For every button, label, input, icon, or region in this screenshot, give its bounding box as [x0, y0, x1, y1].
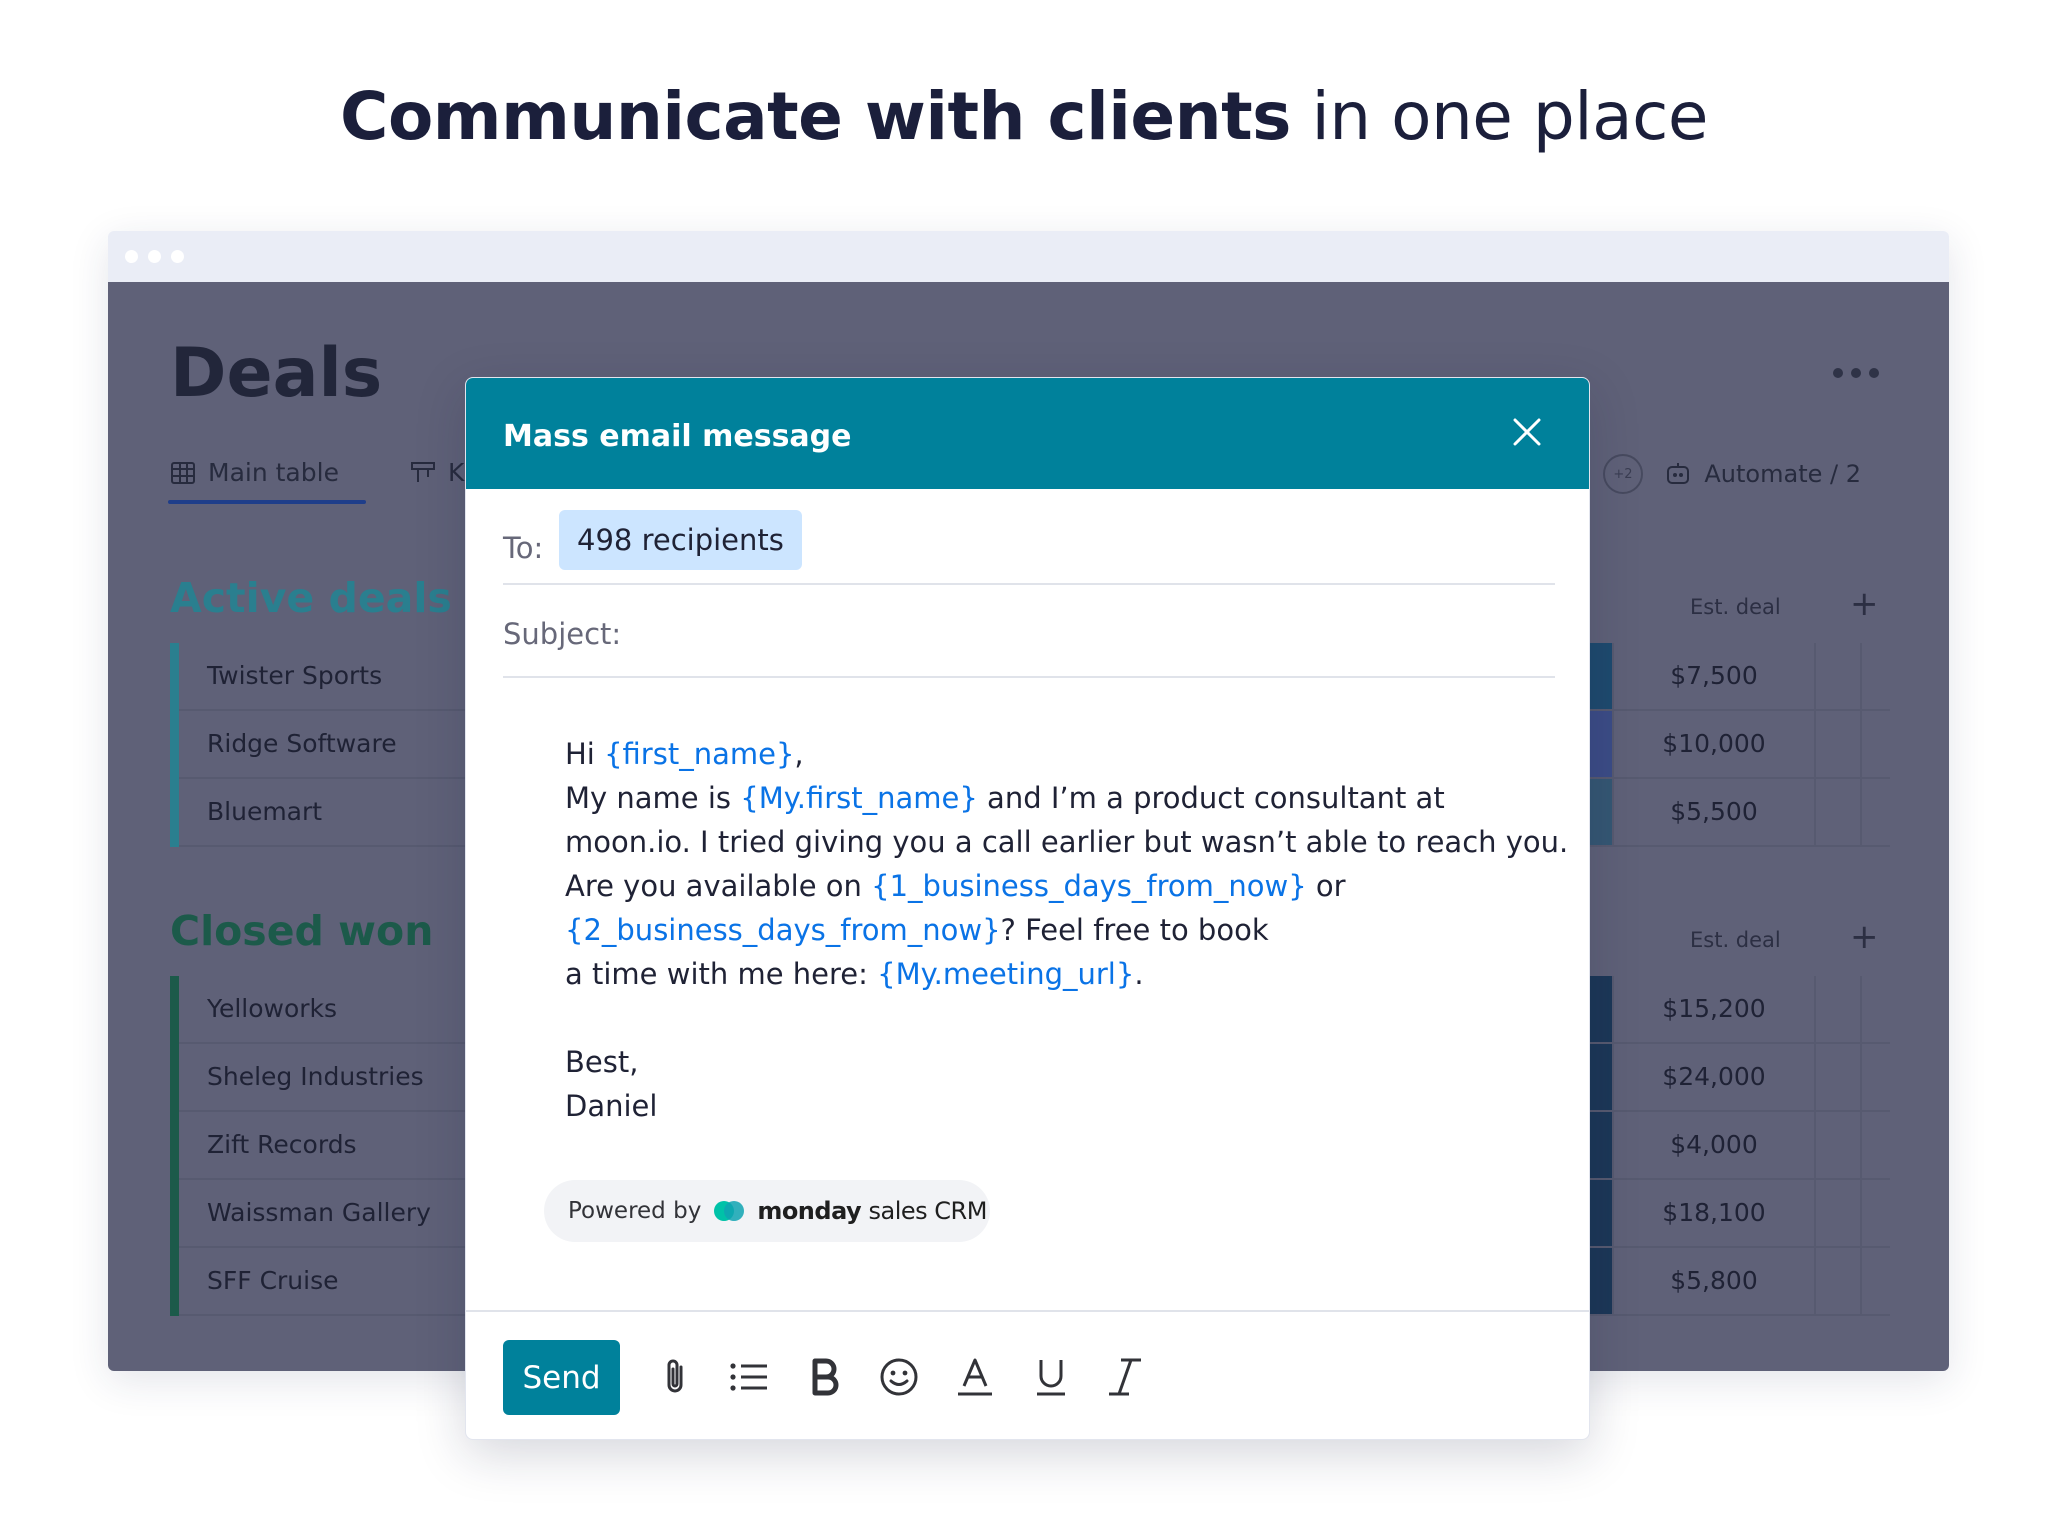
underline-icon[interactable] [1028, 1354, 1074, 1400]
deal-value: $5,800 [1612, 1248, 1814, 1314]
modal-title: Mass email message [503, 419, 852, 454]
deal-value: $7,500 [1612, 643, 1814, 709]
body-line: My name is {My.first_name} and I’m a pro… [565, 781, 1445, 815]
deal-name: Bluemart [207, 797, 323, 826]
template-variable: {1_business_days_from_now} [871, 869, 1307, 903]
deal-name: Twister Sports [207, 661, 383, 690]
deal-name: SFF Cruise [207, 1266, 339, 1295]
deal-name: Waissman Gallery [207, 1198, 431, 1227]
text-color-icon[interactable] [952, 1354, 998, 1400]
group-title-active-deals: Active deals [170, 574, 452, 622]
bulleted-list-icon[interactable] [726, 1354, 772, 1400]
deal-name: Sheleg Industries [207, 1062, 424, 1091]
deal-value: $10,000 [1612, 711, 1814, 777]
avatar-overflow-badge[interactable]: +2 [1603, 454, 1643, 494]
mass-email-modal: Mass email message To: 498 recipients Su… [465, 377, 1590, 1440]
to-label: To: [503, 531, 544, 565]
kanban-icon [411, 461, 435, 482]
deal-value: $5,500 [1612, 779, 1814, 845]
body-line: {2_business_days_from_now}? Feel free to… [565, 913, 1269, 947]
more-options-icon[interactable] [1833, 368, 1879, 378]
automate-button[interactable]: Automate / 2 [1664, 460, 1861, 488]
automate-label: Automate / 2 [1704, 460, 1861, 488]
deal-value: $15,200 [1612, 976, 1814, 1042]
body-signature: Daniel [565, 1089, 658, 1123]
add-column-icon[interactable]: + [1850, 584, 1879, 624]
tab-kanban-label: K [448, 458, 465, 487]
deal-name: Zift Records [207, 1130, 357, 1159]
deal-name: Yelloworks [207, 994, 338, 1023]
deal-value: $4,000 [1612, 1112, 1814, 1178]
board-title: Deals [170, 334, 383, 413]
italic-icon[interactable] [1102, 1354, 1148, 1400]
tab-main-table[interactable]: Main table [170, 458, 339, 487]
body-line: Hi {first_name}, [565, 737, 804, 771]
subject-label: Subject: [503, 617, 622, 651]
browser-titlebar [108, 231, 1949, 282]
body-line: moon.io. I tried giving you a call earli… [565, 825, 1569, 859]
powered-by-badge: Powered by monday sales CRM [544, 1180, 990, 1242]
template-variable: {My.first_name} [740, 781, 978, 815]
attachment-icon[interactable] [652, 1354, 698, 1400]
headline-light: in one place [1311, 78, 1708, 155]
robot-icon [1667, 463, 1690, 484]
deal-value: $24,000 [1612, 1044, 1814, 1110]
window-dot-3 [171, 250, 184, 263]
body-line: Are you available on {1_business_days_fr… [565, 869, 1346, 903]
deal-value: $18,100 [1612, 1180, 1814, 1246]
modal-header: Mass email message [466, 378, 1589, 489]
body-line: a time with me here: {My.meeting_url}. [565, 957, 1144, 991]
recipients-chip[interactable]: 498 recipients [559, 510, 802, 570]
brand-name: monday [757, 1197, 862, 1225]
window-dot-1 [125, 250, 138, 263]
body-signoff: Best, [565, 1045, 639, 1079]
column-header-est-deal: Est. deal [1690, 595, 1781, 619]
headline-bold: Communicate with clients [340, 78, 1291, 155]
table-icon [171, 461, 195, 484]
column-header-est-deal: Est. deal [1690, 928, 1781, 952]
window-dot-2 [148, 250, 161, 263]
add-column-icon[interactable]: + [1850, 917, 1879, 957]
bold-icon[interactable] [802, 1354, 848, 1400]
subject-field[interactable]: Subject: [503, 585, 1555, 678]
active-tab-indicator [168, 500, 366, 504]
tab-kanban[interactable]: K [410, 458, 464, 487]
email-toolbar: Send [466, 1310, 1589, 1439]
email-body-editor[interactable]: Hi {first_name}, My name is {My.first_na… [565, 732, 1569, 1128]
template-variable: {My.meeting_url} [877, 957, 1135, 991]
group-title-closed-won: Closed won [170, 907, 434, 955]
to-field[interactable]: To: 498 recipients [503, 510, 1555, 585]
emoji-icon[interactable] [876, 1354, 922, 1400]
powered-by-label: Powered by [568, 1198, 702, 1224]
close-icon[interactable] [1511, 416, 1543, 448]
page-headline: Communicate with clients in one place [0, 78, 2048, 155]
tab-main-table-label: Main table [208, 458, 339, 487]
monday-logo-icon [714, 1201, 745, 1221]
template-variable: {first_name} [604, 737, 795, 771]
template-variable: {2_business_days_from_now} [565, 913, 1001, 947]
deal-name: Ridge Software [207, 729, 397, 758]
brand-product: sales CRM [868, 1197, 988, 1225]
send-button[interactable]: Send [503, 1340, 620, 1415]
